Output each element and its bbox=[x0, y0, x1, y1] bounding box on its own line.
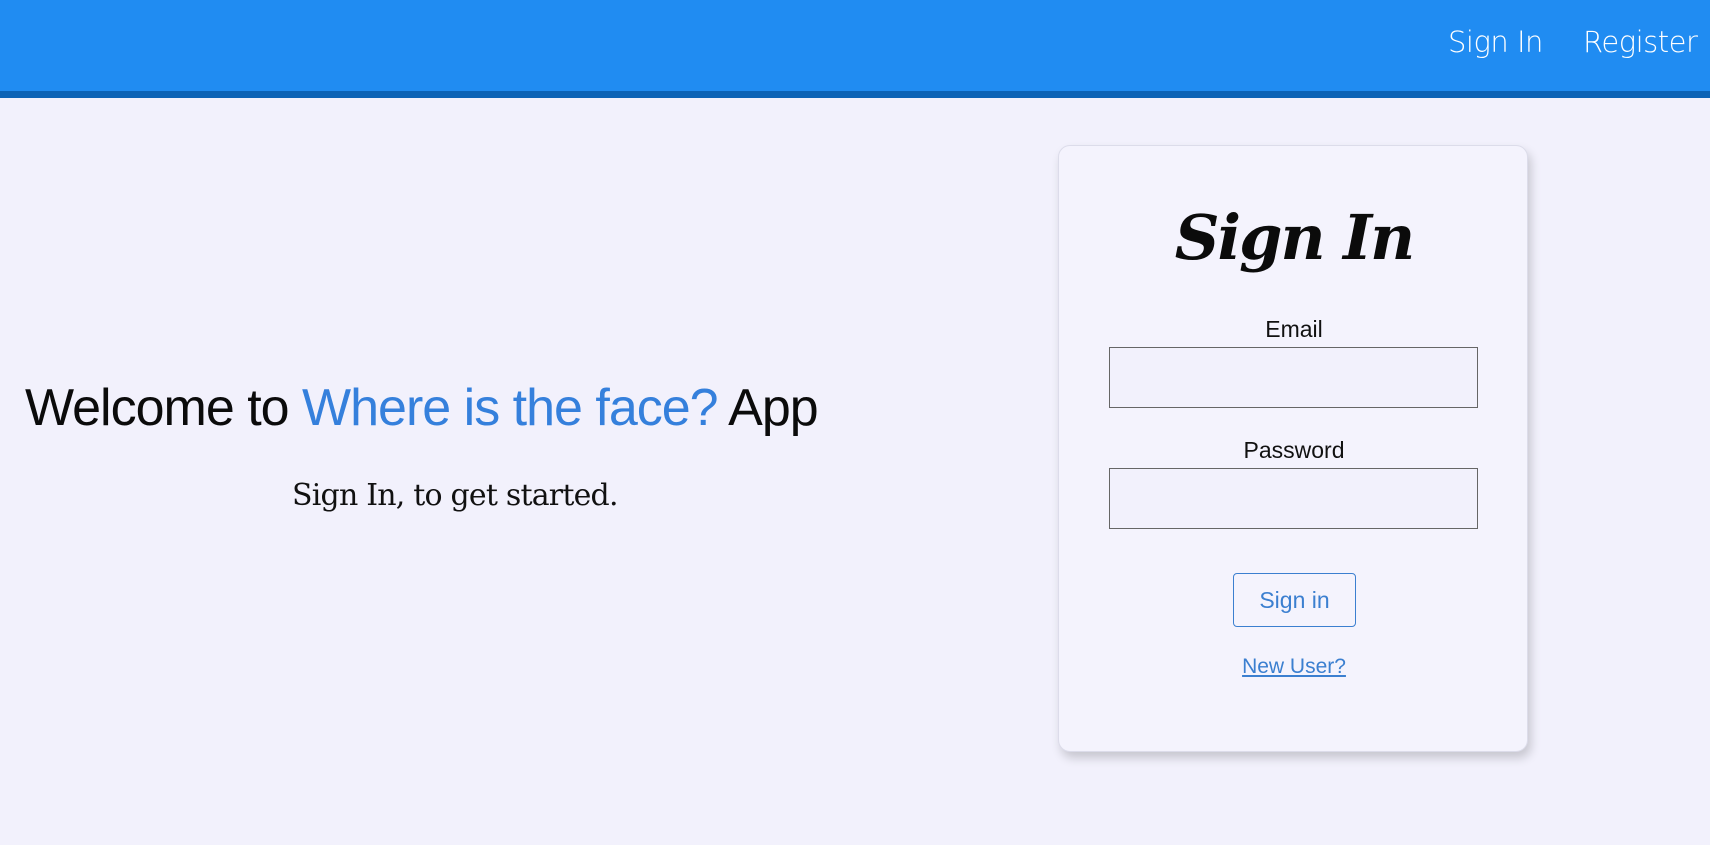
email-field[interactable] bbox=[1109, 347, 1478, 408]
password-field[interactable] bbox=[1109, 468, 1478, 529]
password-label: Password bbox=[1243, 437, 1345, 463]
nav-sign-in-link[interactable]: Sign In bbox=[1448, 25, 1543, 59]
nav-register-link[interactable]: Register bbox=[1583, 25, 1698, 59]
welcome-heading: Welcome to Where is the face? App bbox=[25, 378, 819, 438]
top-nav-bar: Sign In Register bbox=[0, 0, 1710, 98]
new-user-link[interactable]: New User? bbox=[1242, 655, 1346, 678]
new-user-container: New User? bbox=[1059, 655, 1529, 679]
app-name: Where is the face? bbox=[302, 379, 719, 437]
welcome-heading-suffix: App bbox=[717, 379, 819, 437]
sign-in-button[interactable]: Sign in bbox=[1233, 573, 1356, 627]
sign-in-card: Sign In Email Password Sign in New User? bbox=[1058, 145, 1528, 752]
email-label: Email bbox=[1265, 316, 1323, 342]
welcome-subtitle: Sign In, to get started. bbox=[292, 478, 618, 513]
sign-in-title: Sign In bbox=[1174, 201, 1415, 274]
welcome-heading-prefix: Welcome to bbox=[25, 379, 303, 437]
